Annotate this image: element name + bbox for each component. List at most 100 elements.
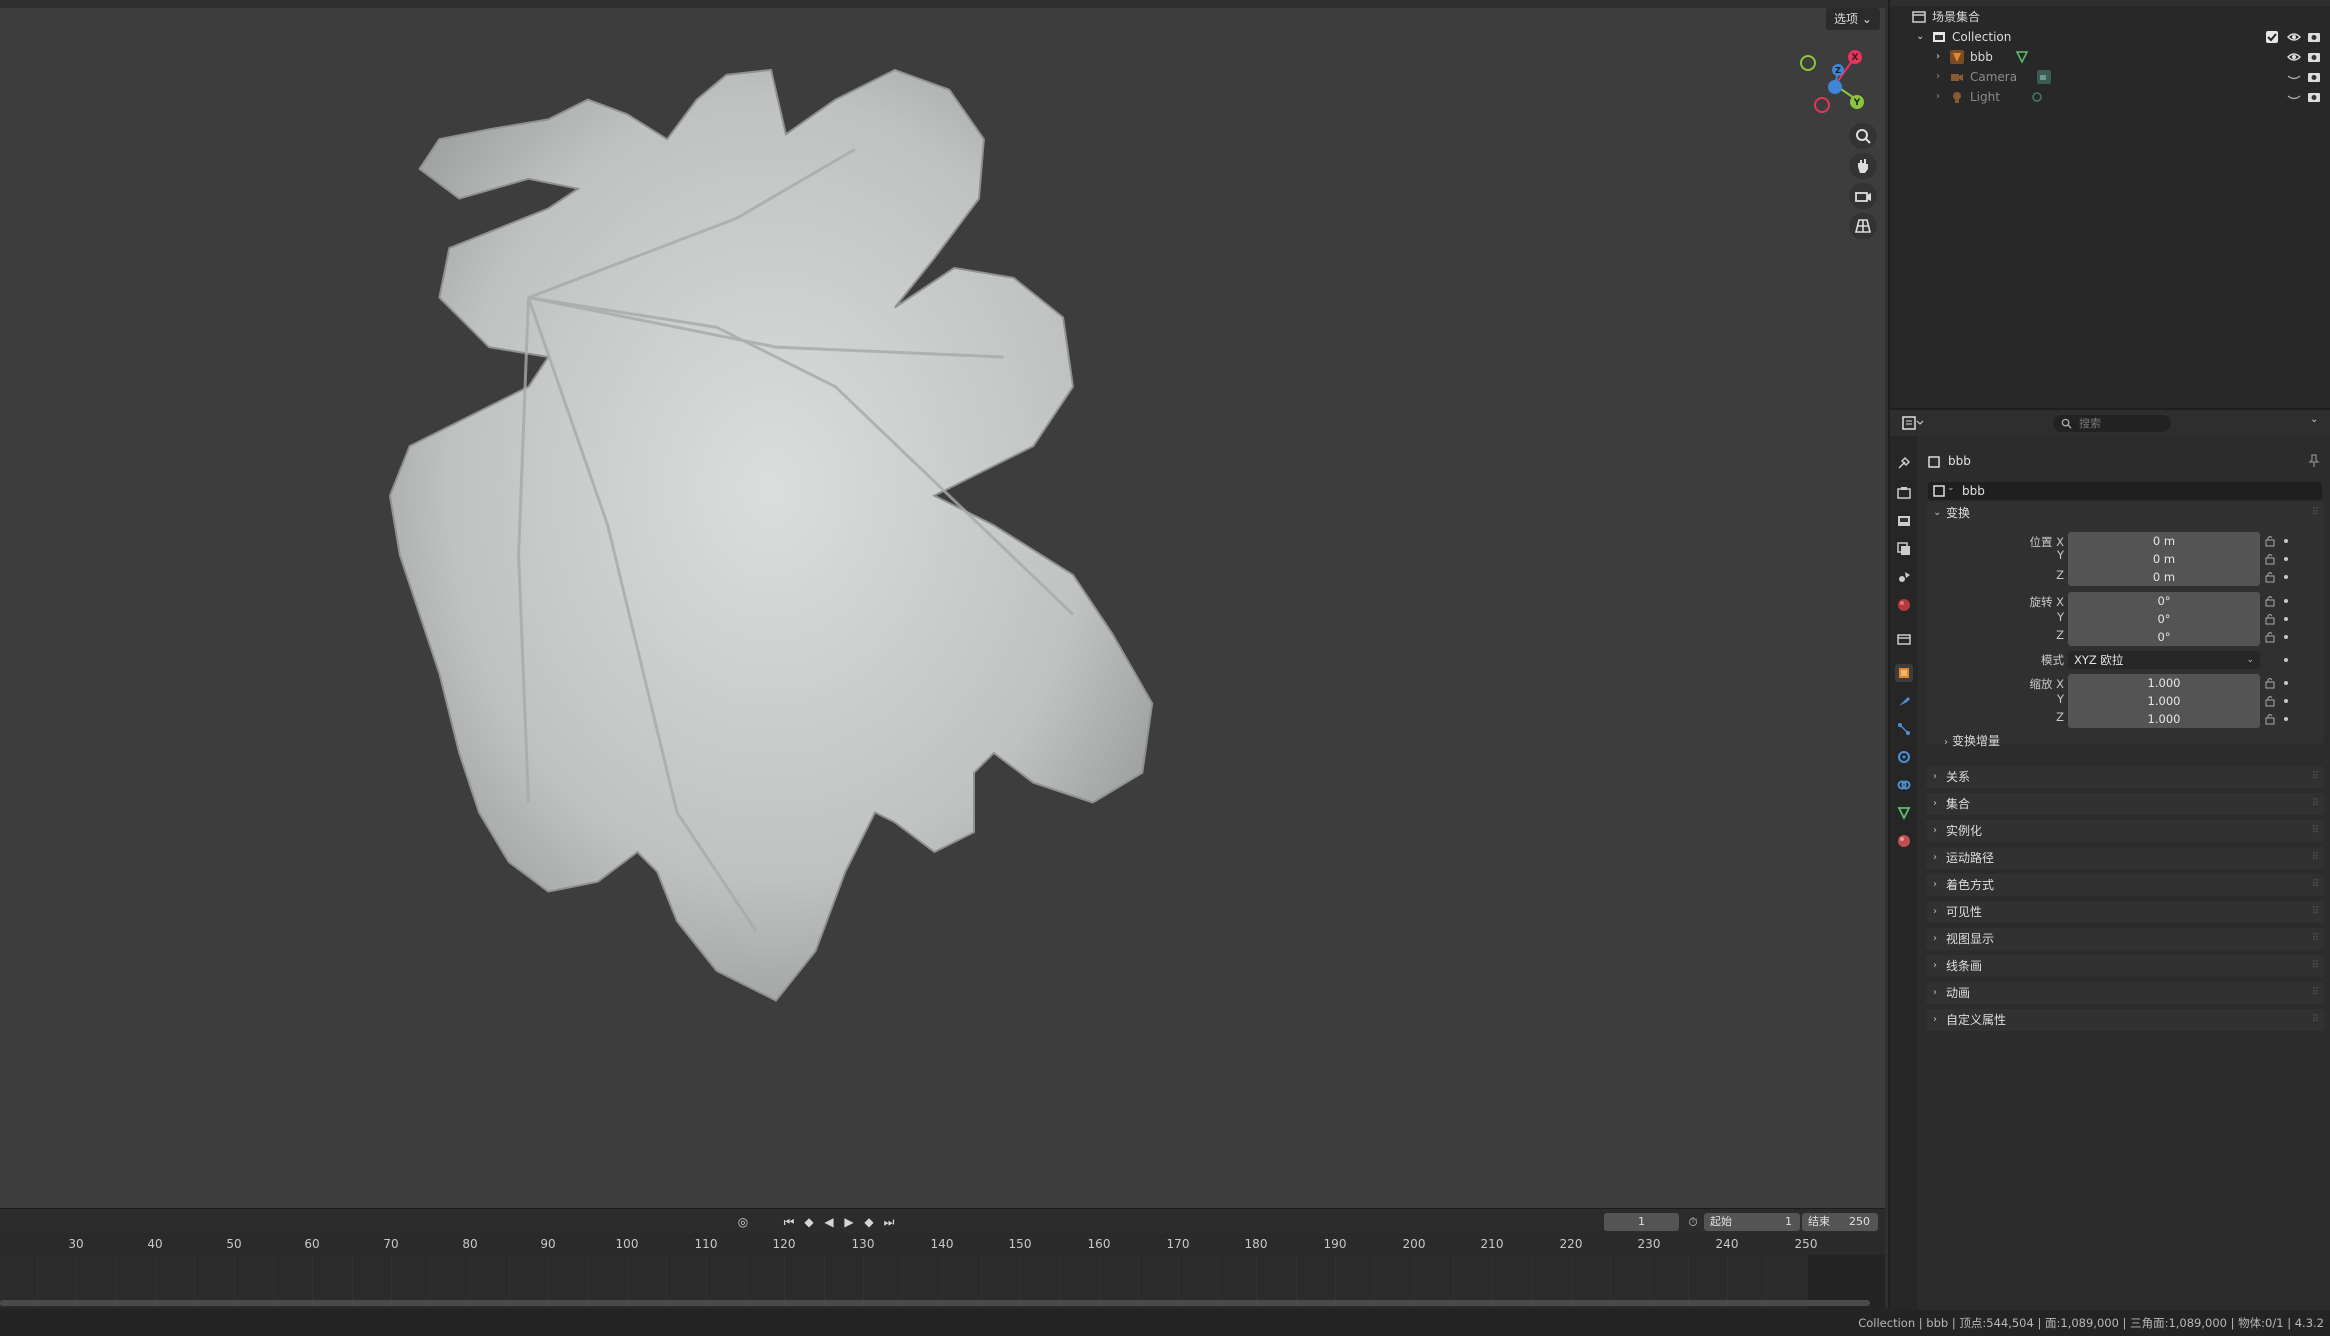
timeline-editor[interactable]: ◎ ⏮ ◆ ◀ ▶ ◆ ⏭ 1 ⏱ 起始 1 结束 250 30 40 50 6… — [0, 1208, 1885, 1308]
scale-y-field[interactable]: 1.000 — [2068, 692, 2260, 710]
keyframe-dot[interactable] — [2284, 539, 2288, 543]
keyframe-dot[interactable] — [2284, 617, 2288, 621]
chevron-right-icon[interactable]: › — [1936, 47, 1940, 67]
rotation-y-field[interactable]: 0° — [2068, 610, 2260, 628]
rotation-z-field[interactable]: 0° — [2068, 628, 2260, 646]
delta-transform-subpanel[interactable]: › 变换增量 — [1944, 732, 2000, 749]
modifier-tab-icon[interactable] — [1895, 692, 1913, 710]
lock-icon[interactable] — [2264, 631, 2276, 643]
eye-icon[interactable] — [2287, 30, 2301, 44]
record-icon[interactable]: ◎ — [735, 1214, 751, 1230]
editor-type-icon[interactable] — [1902, 415, 1924, 431]
location-y-field[interactable]: 0 m — [2068, 550, 2260, 568]
scale-x-field[interactable]: 1.000 — [2068, 674, 2260, 692]
render-camera-icon[interactable] — [2307, 50, 2321, 64]
axis-gizmo[interactable]: X Y Z — [1795, 45, 1885, 125]
keyframe-dot[interactable] — [2284, 717, 2288, 721]
next-keyframe-icon[interactable]: ◆ — [861, 1214, 877, 1230]
jump-end-icon[interactable]: ⏭ — [881, 1214, 897, 1230]
lock-icon[interactable] — [2264, 613, 2276, 625]
chevron-right-icon[interactable]: › — [1936, 67, 1940, 87]
tool-tab-icon[interactable] — [1895, 454, 1913, 472]
grid-perspective-icon[interactable] — [1849, 213, 1877, 239]
current-frame-field[interactable]: 1 — [1604, 1213, 1679, 1231]
play-icon[interactable]: ▶ — [841, 1214, 857, 1230]
chevron-down-icon[interactable]: ⌄ — [1916, 27, 1924, 47]
line-art-panel-header[interactable]: › 线条画 ⠿ — [1926, 955, 2324, 977]
outliner[interactable]: 场景集合 ⌄ Collection › bbb › Camera › Light — [1888, 0, 2330, 408]
custom-properties-panel-header[interactable]: › 自定义属性 ⠿ — [1926, 1009, 2324, 1031]
particles-tab-icon[interactable] — [1895, 720, 1913, 738]
render-camera-icon[interactable] — [2307, 30, 2321, 44]
drag-grip-icon[interactable]: ⠿ — [2312, 820, 2319, 842]
lock-icon[interactable] — [2264, 595, 2276, 607]
outliner-item-bbb[interactable]: › bbb — [1890, 47, 2330, 67]
keyframe-dot[interactable] — [2284, 658, 2288, 662]
view-layer-tab-icon[interactable] — [1895, 540, 1913, 558]
eye-closed-icon[interactable] — [2287, 90, 2301, 104]
outliner-item-camera[interactable]: › Camera — [1890, 67, 2330, 87]
options-dropdown[interactable]: 选项 ⌄ — [1826, 8, 1880, 30]
eye-closed-icon[interactable] — [2287, 70, 2301, 84]
render-camera-icon[interactable] — [2307, 70, 2321, 84]
prev-keyframe-icon[interactable]: ◆ — [801, 1214, 817, 1230]
collections-panel-header[interactable]: › 集合 ⠿ — [1926, 793, 2324, 815]
chevron-right-icon[interactable]: › — [1936, 87, 1940, 107]
drag-grip-icon[interactable]: ⠿ — [2312, 874, 2319, 896]
pin-icon[interactable] — [2308, 454, 2320, 468]
lock-icon[interactable] — [2264, 713, 2276, 725]
drag-grip-icon[interactable]: ⠿ — [2312, 766, 2319, 788]
lock-icon[interactable] — [2264, 571, 2276, 583]
location-z-field[interactable]: 0 m — [2068, 568, 2260, 586]
camera-icon[interactable] — [1849, 183, 1877, 209]
timeline-scrollbar[interactable] — [0, 1300, 1870, 1306]
leaf-mesh[interactable] — [380, 60, 1370, 1050]
drag-grip-icon[interactable]: ⠿ — [2312, 793, 2319, 815]
lock-icon[interactable] — [2264, 553, 2276, 565]
drag-grip-icon[interactable]: ⠿ — [2312, 847, 2319, 869]
collection-tab-icon[interactable] — [1895, 630, 1913, 648]
timeline-ruler[interactable]: 30 40 50 60 70 80 90 100 110 120 130 140… — [0, 1233, 1885, 1255]
lock-icon[interactable] — [2264, 695, 2276, 707]
drag-grip-icon[interactable]: ⠿ — [2312, 955, 2319, 977]
drag-grip-icon[interactable]: ⠿ — [2312, 928, 2319, 950]
relations-panel-header[interactable]: › 关系 ⠿ — [1926, 766, 2324, 788]
start-frame-field[interactable]: 起始 1 — [1704, 1213, 1800, 1231]
keyframe-dot[interactable] — [2284, 681, 2288, 685]
outliner-scene-collection[interactable]: 场景集合 — [1890, 7, 2330, 27]
checkbox-icon[interactable] — [2265, 30, 2279, 44]
location-x-field[interactable]: 0 m — [2068, 532, 2260, 550]
chevron-down-icon[interactable]: ⌄ — [1947, 483, 1955, 493]
instancing-panel-header[interactable]: › 实例化 ⠿ — [1926, 820, 2324, 842]
viewport-display-panel-header[interactable]: › 视图显示 ⠿ — [1926, 928, 2324, 950]
stopwatch-icon[interactable]: ⏱ — [1685, 1214, 1701, 1230]
zoom-icon[interactable] — [1849, 123, 1877, 149]
lock-icon[interactable] — [2264, 677, 2276, 689]
mesh-data-tab-icon[interactable] — [1895, 804, 1913, 822]
drag-grip-icon[interactable]: ⠿ — [2312, 982, 2319, 1004]
transform-panel-header[interactable]: ⌄ 变换 ⠿ — [1926, 502, 2324, 524]
drag-grip-icon[interactable]: ⠿ — [2312, 502, 2319, 524]
scale-z-field[interactable]: 1.000 — [2068, 710, 2260, 728]
motion-paths-panel-header[interactable]: › 运动路径 ⠿ — [1926, 847, 2324, 869]
keyframe-dot[interactable] — [2284, 575, 2288, 579]
output-tab-icon[interactable] — [1895, 512, 1913, 530]
constraints-tab-icon[interactable] — [1895, 776, 1913, 794]
lock-icon[interactable] — [2264, 535, 2276, 547]
render-tab-icon[interactable] — [1895, 484, 1913, 502]
material-tab-icon[interactable] — [1895, 832, 1913, 850]
keyframe-dot[interactable] — [2284, 699, 2288, 703]
rotation-x-field[interactable]: 0° — [2068, 592, 2260, 610]
hand-pan-icon[interactable] — [1849, 153, 1877, 179]
keyframe-dot[interactable] — [2284, 599, 2288, 603]
physics-tab-icon[interactable] — [1895, 748, 1913, 766]
drag-grip-icon[interactable]: ⠿ — [2312, 901, 2319, 923]
end-frame-field[interactable]: 结束 250 — [1802, 1213, 1878, 1231]
object-tab-icon[interactable] — [1895, 664, 1913, 682]
chevron-down-icon[interactable]: ⌄ — [2310, 414, 2318, 425]
3d-viewport[interactable]: 选项 ⌄ X Y Z — [0, 0, 1885, 1208]
render-camera-icon[interactable] — [2307, 90, 2321, 104]
keyframe-dot[interactable] — [2284, 635, 2288, 639]
drag-grip-icon[interactable]: ⠿ — [2312, 1009, 2319, 1031]
shading-panel-header[interactable]: › 着色方式 ⠿ — [1926, 874, 2324, 896]
